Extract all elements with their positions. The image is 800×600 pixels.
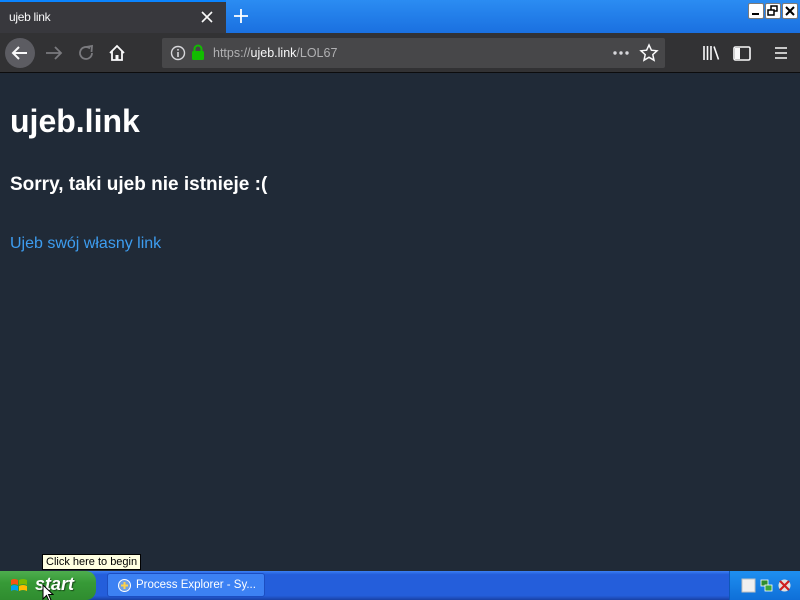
taskbar-item-label: Process Explorer - Sy... — [136, 579, 256, 591]
forward-arrow-icon[interactable] — [40, 39, 68, 67]
url-scheme: https:// — [213, 46, 251, 60]
tray-network-icon[interactable] — [759, 578, 774, 593]
url-bar[interactable]: https://ujeb.link/LOL67 — [162, 38, 665, 68]
more-dots-icon[interactable] — [611, 44, 631, 62]
library-icon[interactable] — [697, 39, 725, 67]
taskbar-item-process-explorer[interactable]: Process Explorer - Sy... — [107, 573, 265, 597]
start-label: start — [35, 574, 75, 594]
star-icon[interactable] — [639, 43, 659, 63]
restore-button[interactable] — [765, 3, 781, 19]
url-text[interactable]: https://ujeb.link/LOL67 — [213, 46, 337, 60]
nav-bar: https://ujeb.link/LOL67 — [0, 33, 800, 73]
mouse-cursor-icon — [42, 584, 54, 600]
close-icon[interactable] — [198, 8, 216, 26]
page-title: ujeb.link — [10, 103, 140, 139]
create-link[interactable]: Ujeb swój własny link — [10, 235, 161, 253]
url-path: /LOL67 — [296, 46, 338, 60]
system-tray — [729, 571, 800, 600]
reload-icon[interactable] — [72, 39, 100, 67]
lock-icon[interactable] — [191, 44, 205, 61]
tray-window-icon[interactable] — [741, 578, 756, 593]
plus-icon[interactable] — [231, 6, 251, 26]
tab-title: ujeb link — [9, 10, 51, 24]
back-arrow-icon — [11, 46, 27, 60]
menu-icon[interactable] — [767, 39, 795, 67]
page-content: ujeb.link Sorry, taki ujeb nie istnieje … — [0, 74, 800, 571]
info-icon[interactable] — [170, 45, 186, 61]
taskbar: start Process Explorer - Sy... — [0, 571, 800, 600]
sidebar-icon[interactable] — [728, 39, 756, 67]
tab-active[interactable]: ujeb link — [0, 0, 226, 33]
home-icon[interactable] — [103, 39, 131, 67]
process-explorer-icon — [118, 579, 131, 592]
windows-logo-icon — [11, 579, 27, 591]
url-domain: ujeb.link — [250, 46, 297, 60]
tab-strip: ujeb link — [0, 0, 800, 33]
error-message: Sorry, taki ujeb nie istnieje :( — [10, 174, 268, 195]
tray-security-icon[interactable] — [777, 578, 792, 593]
back-button[interactable] — [5, 38, 35, 68]
minimize-button[interactable] — [748, 3, 764, 19]
window-close-button[interactable] — [782, 3, 798, 19]
start-tooltip: Click here to begin — [42, 554, 142, 570]
